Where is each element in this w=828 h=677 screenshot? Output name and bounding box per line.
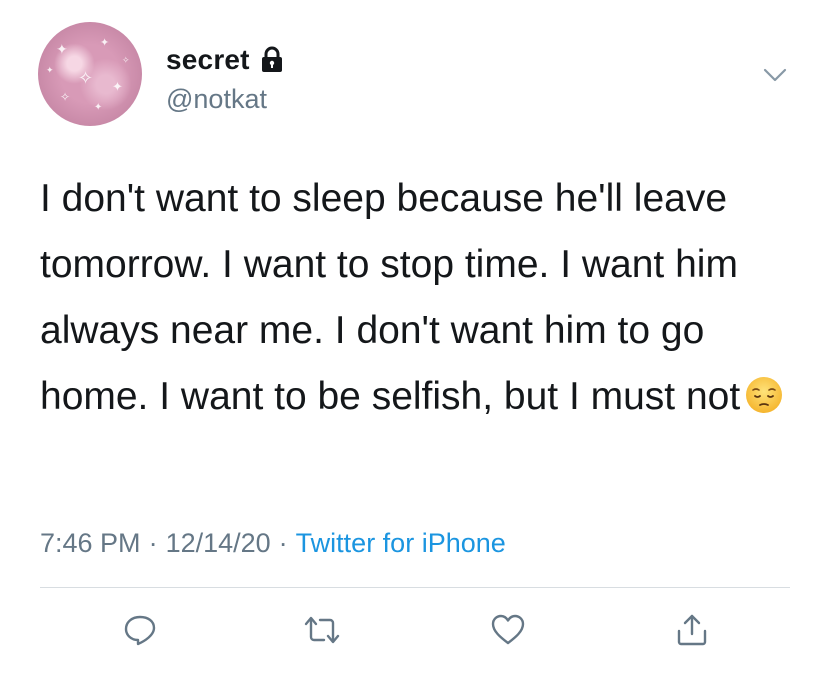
sparkle-icon: ✧ <box>78 68 94 89</box>
sparkle-icon: ✦ <box>46 66 54 76</box>
sparkle-icon: ✦ <box>56 42 68 58</box>
like-button[interactable] <box>488 610 528 650</box>
reply-icon <box>124 615 156 646</box>
chevron-down-icon[interactable] <box>762 66 788 84</box>
heart-icon <box>491 614 525 645</box>
tweet-card: ✦ ✦ ✧ ✦ ✧ ✦ ✦ ✧ secret @notkat I don't w… <box>0 0 828 677</box>
sparkle-icon: ✦ <box>112 80 123 95</box>
sparkle-icon: ✦ <box>100 36 110 49</box>
retweet-icon <box>304 616 340 644</box>
tweet-date[interactable]: 12/14/20 <box>166 528 271 558</box>
sparkle-icon: ✦ <box>94 102 103 113</box>
tweet-meta: 7:46 PM · 12/14/20 · Twitter for iPhone <box>40 528 506 559</box>
avatar[interactable]: ✦ ✦ ✧ ✦ ✧ ✦ ✦ ✧ <box>38 22 142 126</box>
meta-separator: · <box>148 528 158 558</box>
tweet-time[interactable]: 7:46 PM <box>40 528 141 558</box>
tweet-source-link[interactable]: Twitter for iPhone <box>296 528 506 558</box>
share-icon <box>677 614 707 646</box>
pensive-face-emoji <box>744 370 784 413</box>
tweet-text-content: I don't want to sleep because he'll leav… <box>40 177 741 418</box>
share-button[interactable] <box>672 610 712 650</box>
retweet-button[interactable] <box>302 610 342 650</box>
user-handle[interactable]: @notkat <box>166 84 267 115</box>
meta-separator: · <box>278 528 288 558</box>
display-name[interactable]: secret <box>166 44 250 76</box>
tweet-text: I don't want to sleep because he'll leav… <box>40 166 800 430</box>
sparkle-icon: ✧ <box>60 90 71 104</box>
reply-button[interactable] <box>120 610 160 650</box>
sparkle-icon: ✧ <box>122 56 130 66</box>
lock-icon <box>260 46 284 74</box>
name-row: secret <box>166 44 284 76</box>
divider <box>40 587 790 588</box>
